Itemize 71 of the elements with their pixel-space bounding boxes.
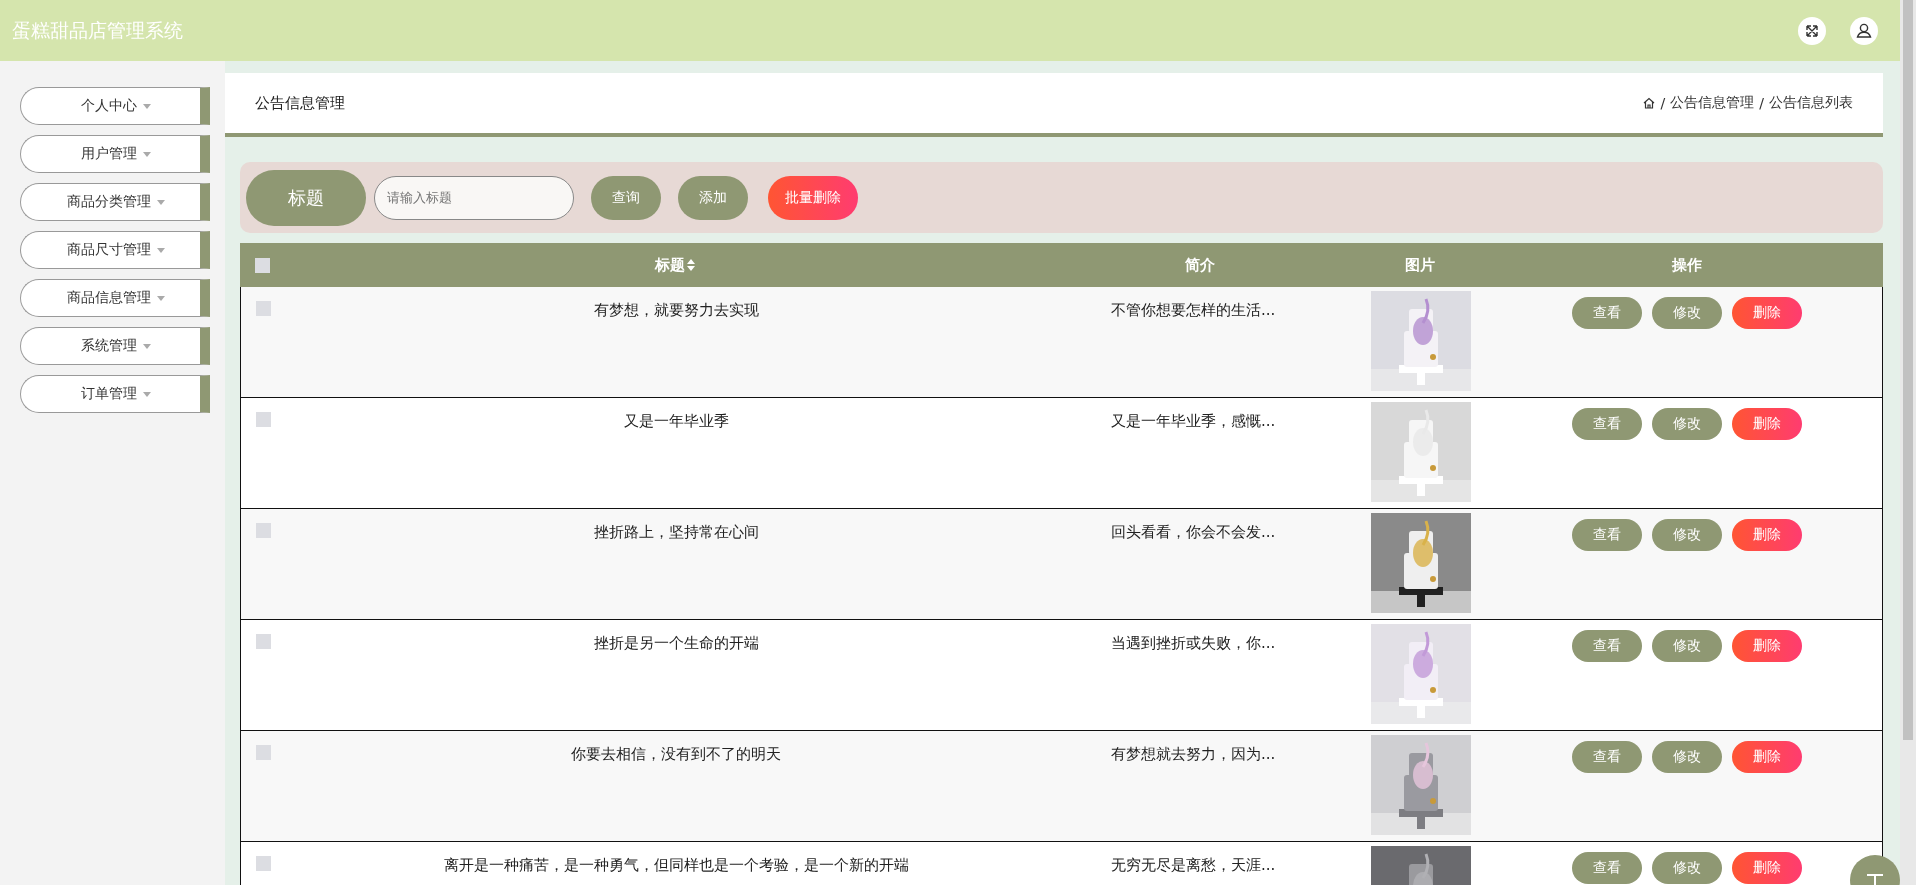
breadcrumb-separator: /: [1660, 95, 1666, 111]
row-action-button[interactable]: 查看: [1571, 630, 1642, 662]
row-checkbox[interactable]: [256, 523, 271, 538]
row-action-button[interactable]: 查看: [1571, 408, 1642, 440]
caret-icon: [156, 247, 165, 253]
column-header: 简介: [1185, 255, 1215, 275]
row-action-button[interactable]: 查看: [1571, 297, 1642, 329]
row-action-button[interactable]: 修改: [1651, 408, 1722, 440]
row-action-button[interactable]: 查看: [1571, 741, 1642, 773]
title-cell: 挫折是另一个生命的开端: [593, 634, 759, 653]
title-cell: 有梦想，就要努力去实现: [593, 301, 759, 320]
caret-icon: [156, 199, 165, 205]
search-label: 标题: [246, 169, 366, 226]
sidebar-menu-item[interactable]: 商品分类管理: [20, 183, 210, 221]
row-action-button[interactable]: 删除: [1731, 297, 1802, 329]
caret-icon: [142, 391, 151, 397]
sidebar-menu-item[interactable]: 个人中心: [20, 87, 210, 125]
row-action-button[interactable]: 修改: [1651, 852, 1722, 884]
title-cell: 挫折路上，坚持常在心间: [593, 523, 759, 542]
page-title: 公告信息管理: [255, 93, 345, 113]
sidebar-menu-item[interactable]: 商品尺寸管理: [20, 231, 210, 269]
scrollbar[interactable]: [1900, 0, 1916, 885]
breadcrumb-item[interactable]: 公告信息管理: [1670, 94, 1755, 112]
intro-cell: 无穷无尽是离愁，天涯...: [1111, 856, 1276, 875]
column-header[interactable]: 标题: [655, 255, 685, 275]
column-header: 图片: [1405, 255, 1435, 275]
fullscreen-icon[interactable]: [1798, 16, 1826, 45]
toolbar-button[interactable]: 批量删除: [768, 175, 858, 220]
search-field[interactable]: 请输入标题: [374, 175, 574, 220]
home-icon[interactable]: [1641, 96, 1656, 110]
row-action-button[interactable]: 查看: [1571, 519, 1642, 551]
toolbar-button[interactable]: 查询: [591, 175, 661, 220]
sidebar-menu-item[interactable]: 订单管理: [20, 375, 210, 413]
row-checkbox[interactable]: [256, 301, 271, 316]
row-action-button[interactable]: 删除: [1731, 519, 1802, 551]
sidebar-menu-item[interactable]: 用户管理: [20, 135, 210, 173]
row-checkbox[interactable]: [256, 856, 271, 871]
title-cell: 你要去相信，没有到不了的明天: [571, 745, 781, 764]
app-title: 蛋糕甜品店管理系统: [12, 17, 183, 43]
intro-cell: 当遇到挫折或失败，你...: [1111, 634, 1276, 653]
row-checkbox[interactable]: [256, 634, 271, 649]
sidebar-menu-item[interactable]: 商品信息管理: [20, 279, 210, 317]
row-checkbox[interactable]: [256, 745, 271, 760]
sidebar-menu-item[interactable]: 系统管理: [20, 327, 210, 365]
title-cell: 又是一年毕业季: [623, 412, 729, 431]
row-action-button[interactable]: 查看: [1571, 852, 1642, 884]
intro-cell: 不管你想要怎样的生活...: [1111, 301, 1276, 320]
row-action-button[interactable]: 删除: [1731, 741, 1802, 773]
row-action-button[interactable]: 删除: [1731, 852, 1802, 884]
intro-cell: 有梦想就去努力，因为...: [1111, 745, 1276, 764]
row-action-button[interactable]: 修改: [1651, 519, 1722, 551]
row-action-button[interactable]: 修改: [1651, 630, 1722, 662]
column-header: 操作: [1671, 255, 1702, 275]
caret-icon: [142, 151, 151, 157]
row-checkbox[interactable]: [256, 412, 271, 427]
breadcrumb-separator: /: [1759, 95, 1764, 111]
caret-icon: [142, 103, 151, 109]
title-cell: 离开是一种痛苦，是一种勇气，但同样也是一个考验，是一个新的开端: [443, 856, 909, 875]
row-action-button[interactable]: 删除: [1731, 408, 1802, 440]
row-action-button[interactable]: 修改: [1651, 297, 1722, 329]
select-all-checkbox[interactable]: [255, 257, 270, 273]
caret-icon: [156, 295, 165, 301]
user-icon[interactable]: [1850, 16, 1878, 45]
breadcrumb-item[interactable]: 公告信息列表: [1769, 94, 1853, 112]
caret-icon: [142, 343, 151, 349]
intro-cell: 又是一年毕业季，感慨...: [1111, 412, 1276, 431]
row-action-button[interactable]: 修改: [1651, 741, 1722, 773]
intro-cell: 回头看看，你会不会发...: [1111, 523, 1276, 542]
row-action-button[interactable]: 删除: [1731, 630, 1802, 662]
toolbar-button[interactable]: 添加: [678, 175, 748, 220]
sort-icon[interactable]: [687, 259, 695, 271]
